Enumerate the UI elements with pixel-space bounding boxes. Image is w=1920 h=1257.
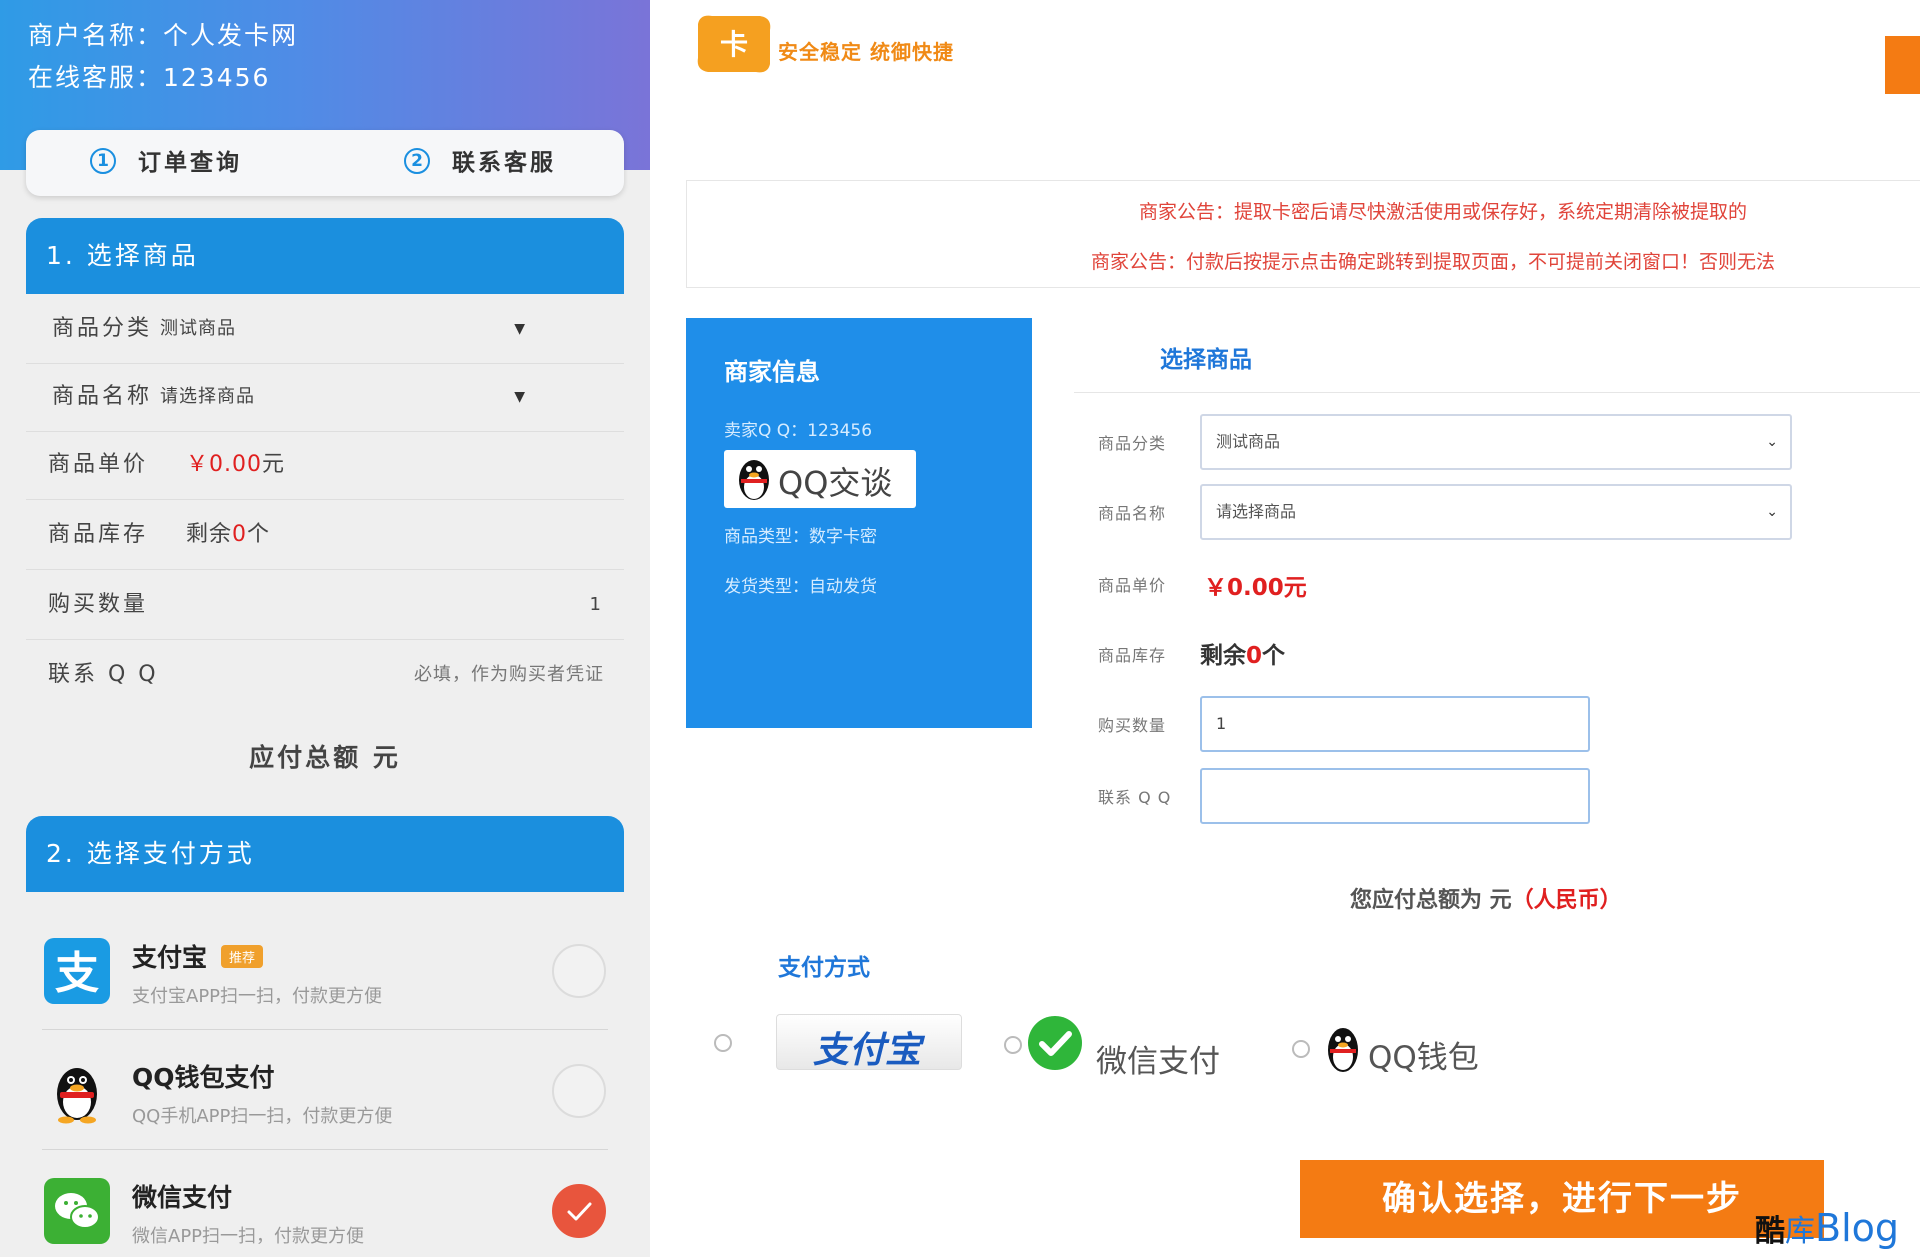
price-value: ￥0.00元	[1204, 575, 1307, 601]
qq-talk-button[interactable]: QQ交谈	[724, 450, 916, 508]
payment-method-title: 支付方式	[778, 955, 870, 981]
qq-penguin-icon	[1328, 1028, 1358, 1072]
pay-option-wechat[interactable]: 微信支付 微信APP扫一扫，付款更方便	[26, 1150, 624, 1257]
online-service: 在线客服：123456	[28, 63, 271, 92]
category-value: 测试商品	[160, 318, 236, 339]
qq-wallet-label: QQ钱包	[1368, 1040, 1479, 1076]
chevron-down-icon: ⌄	[1766, 504, 1778, 520]
quantity-row[interactable]: 购买数量 1	[26, 570, 624, 640]
tab-contact-service[interactable]: 2 联系客服	[404, 130, 556, 196]
delivery-type: 发货类型：自动发货	[724, 577, 877, 597]
product-select[interactable]: 商品名称 请选择商品 ▼	[26, 362, 624, 432]
logo-slogan: 安全稳定 统御快捷	[778, 40, 954, 64]
pay-radio[interactable]	[552, 944, 606, 998]
product-value: 请选择商品	[160, 386, 255, 407]
category-label: 商品分类	[1098, 434, 1167, 453]
product-value: 请选择商品	[1216, 502, 1297, 521]
stock-value: 剩余0个	[186, 522, 271, 547]
radio-alipay[interactable]	[714, 1034, 732, 1052]
qq-penguin-icon	[739, 460, 769, 500]
product-label: 商品名称	[52, 384, 153, 409]
pay-title: QQ钱包支付	[132, 1063, 275, 1092]
price-label: 商品单价	[1098, 576, 1167, 595]
divider	[1074, 392, 1920, 393]
mobile-tabs: 1 订单查询 2 联系客服	[26, 130, 624, 196]
pay-subtitle: QQ手机APP扫一扫，付款更方便	[132, 1106, 393, 1127]
notice-line: 商家公告：付款后按提示点击确定跳转到提取页面，不可提前关闭窗口！否则无法	[1091, 251, 1776, 273]
category-label: 商品分类	[52, 316, 153, 341]
quantity-label: 购买数量	[1098, 716, 1167, 735]
svg-text:卡: 卡	[720, 28, 748, 61]
total-amount: 应付总额 元	[249, 743, 401, 772]
radio-qq-wallet[interactable]	[1292, 1040, 1310, 1058]
merchant-info-title: 商家信息	[724, 358, 820, 386]
wechat-pay-label: 微信支付	[1096, 1044, 1220, 1080]
stock-label: 商品库存	[48, 522, 149, 547]
chevron-down-icon: ⌄	[1766, 434, 1778, 450]
alipay-icon: 支	[44, 938, 110, 1004]
stock-value: 剩余0个	[1200, 643, 1286, 669]
tab-label: 订单查询	[138, 150, 242, 176]
stock-row: 商品库存 剩余0个	[26, 500, 624, 570]
seller-qq: 卖家Q Q：123456	[724, 421, 873, 441]
notice-line: 商家公告：提取卡密后请尽快激活使用或保存好，系统定期清除被提取的	[1139, 201, 1748, 223]
tab-label: 联系客服	[452, 150, 556, 176]
alipay-label: 支付宝	[813, 1030, 922, 1071]
pay-option-qq[interactable]: QQ钱包支付 QQ手机APP扫一扫，付款更方便	[26, 1030, 624, 1150]
section-select-payment: 2. 选择支付方式	[26, 816, 624, 892]
tab-order-query[interactable]: 1 订单查询	[90, 130, 242, 196]
quantity-label: 购买数量	[48, 592, 149, 617]
category-value: 测试商品	[1216, 432, 1281, 451]
site-logo-icon[interactable]: 卡	[690, 8, 780, 78]
qq-input[interactable]: 必填，作为购买者凭证	[414, 640, 604, 710]
pay-title: 支付宝 推荐	[132, 938, 264, 974]
stock-label: 商品库存	[1098, 646, 1167, 665]
svg-text:支: 支	[55, 948, 99, 999]
merchant-name: 商户名称：个人发卡网	[28, 21, 299, 50]
pay-subtitle: 支付宝APP扫一扫，付款更方便	[132, 986, 383, 1007]
tab-number: 2	[404, 147, 430, 174]
quantity-input[interactable]: 1	[1200, 696, 1590, 752]
alipay-logo-icon[interactable]: 支付宝	[776, 1014, 962, 1071]
qq-input[interactable]	[1200, 768, 1590, 824]
desktop-view: 卡 安全稳定 统御快捷 商家公告：提取卡密后请尽快激活使用或保存好，系统定期清除…	[650, 0, 1920, 1257]
recommend-badge: 推荐	[221, 944, 264, 968]
watermark: 酷库Blog	[1755, 1206, 1899, 1250]
price-label: 商品单价	[48, 452, 149, 477]
mobile-view: 商户名称：个人发卡网 在线客服：123456 1 订单查询 2 联系客服 1. 选择…	[0, 0, 650, 1257]
pay-subtitle: 微信APP扫一扫，付款更方便	[132, 1226, 365, 1247]
qq-label: 联系 Q Q	[48, 662, 159, 687]
product-select[interactable]: 请选择商品 ⌄	[1200, 484, 1792, 540]
pay-option-alipay[interactable]: 支 支付宝 推荐 支付宝APP扫一扫，付款更方便	[26, 910, 624, 1030]
select-product-title: 选择商品	[1160, 347, 1252, 373]
pay-title: 微信支付	[132, 1183, 233, 1212]
section-select-product: 1. 选择商品	[26, 218, 624, 294]
qq-penguin-icon	[44, 1058, 110, 1124]
radio-wechat[interactable]	[1004, 1036, 1022, 1054]
category-select[interactable]: 测试商品 ⌄	[1200, 414, 1792, 470]
tab-number: 1	[90, 147, 116, 174]
total-amount: 您应付总额为 元（人民币）	[1350, 888, 1622, 913]
dropdown-caret-icon: ▼	[514, 321, 528, 337]
product-label: 商品名称	[1098, 504, 1167, 523]
pay-radio[interactable]	[552, 1064, 606, 1118]
qq-row[interactable]: 联系 Q Q 必填，作为购买者凭证	[26, 640, 624, 710]
confirm-next-button[interactable]: 确认选择，进行下一步	[1300, 1160, 1824, 1238]
price-row: 商品单价 ￥0.00元	[26, 430, 624, 500]
notice-board: 商家公告：提取卡密后请尽快激活使用或保存好，系统定期清除被提取的 商家公告：付款…	[686, 180, 1920, 288]
qq-label: 联系 Q Q	[1098, 788, 1172, 807]
wechat-icon	[1028, 1016, 1082, 1070]
dropdown-caret-icon: ▼	[514, 389, 528, 405]
wechat-icon	[44, 1178, 110, 1244]
price-value: ￥0.00元	[186, 452, 286, 477]
merchant-info-panel: 商家信息 卖家Q Q：123456 QQ交谈 商品类型：数字卡密 发货类型：自动…	[686, 318, 1032, 728]
pay-radio-selected[interactable]	[552, 1184, 606, 1238]
quantity-input[interactable]: 1	[590, 570, 604, 640]
header-button[interactable]	[1885, 36, 1920, 94]
category-select[interactable]: 商品分类 测试商品 ▼	[26, 294, 624, 364]
product-type: 商品类型：数字卡密	[724, 527, 877, 547]
checkmark-icon	[567, 1202, 592, 1221]
qq-talk-label: QQ交谈	[778, 464, 893, 502]
